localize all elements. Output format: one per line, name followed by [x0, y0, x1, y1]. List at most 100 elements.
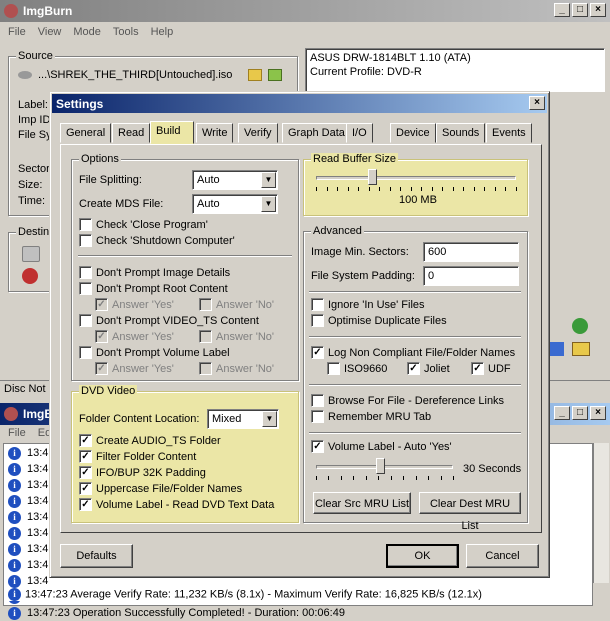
file-splitting-select[interactable]: Auto ▼ — [192, 170, 278, 190]
settings-titlebar[interactable]: Settings × — [52, 94, 547, 113]
menu-file[interactable]: File — [8, 26, 26, 38]
tab-build[interactable]: Build — [150, 121, 194, 144]
tab-events[interactable]: Events — [486, 123, 532, 143]
chevron-down-icon: ▼ — [261, 196, 276, 212]
log-non-compliant-checkbox[interactable]: ✓ Log Non Compliant File/Folder Names — [311, 346, 515, 359]
log-maximize-button[interactable]: □ — [572, 406, 588, 420]
browse-folder-icon[interactable] — [248, 69, 263, 81]
menu-tools[interactable]: Tools — [113, 26, 139, 38]
settings-close-button[interactable]: × — [529, 96, 545, 110]
slider-tick — [316, 187, 317, 191]
create-audio-ts-checkbox[interactable]: ✓ Create AUDIO_TS Folder — [79, 434, 221, 447]
destination-group-title: Destin — [16, 226, 52, 238]
drive-info-panel: ASUS DRW-1814BLT 1.10 (ATA) Current Prof… — [305, 48, 605, 92]
check-close-program-checkbox[interactable]: Check 'Close Program' — [79, 218, 208, 231]
root-answer-no-checkbox[interactable]: Answer 'No' — [199, 298, 274, 311]
ignore-in-use-checkbox[interactable]: Ignore 'In Use' Files — [311, 298, 425, 311]
log-minimize-button[interactable]: _ — [554, 406, 570, 420]
dont-prompt-image-checkbox[interactable]: Don't Prompt Image Details — [79, 266, 230, 279]
tab-verify[interactable]: Verify — [238, 123, 278, 143]
maximize-button[interactable]: □ — [572, 3, 588, 17]
udf-checkbox[interactable]: ✓ UDF — [471, 362, 511, 375]
read-buffer-thumb[interactable] — [368, 169, 377, 185]
read-buffer-value: 100 MB — [399, 194, 437, 206]
volume-label-read-dvd-checkbox[interactable]: ✓ Volume Label - Read DVD Text Data — [79, 498, 274, 511]
info-icon: i — [8, 588, 21, 601]
minimize-button[interactable]: _ — [554, 3, 570, 17]
info-icon: i — [8, 478, 21, 492]
filter-folder-content-checkbox[interactable]: ✓ Filter Folder Content — [79, 450, 196, 463]
book-icon[interactable] — [572, 342, 590, 356]
read-buffer-track[interactable] — [316, 176, 516, 180]
source-path: ...\SHREK_THE_THIRD[Untouched].iso — [38, 69, 233, 81]
image-min-sectors-input[interactable]: 600 — [423, 242, 519, 262]
clear-src-mru-button[interactable]: Clear Src MRU List — [313, 492, 411, 514]
slider-tick — [505, 187, 507, 191]
clear-dest-mru-button[interactable]: Clear Dest MRU List — [419, 492, 521, 532]
cancel-button[interactable]: Cancel — [466, 544, 539, 568]
joliet-checkbox[interactable]: ✓ Joliet — [407, 362, 450, 375]
browse-dereference-checkbox[interactable]: Browse For File - Dereference Links — [311, 394, 504, 407]
image-min-sectors-label: Image Min. Sectors: — [311, 246, 409, 258]
dont-prompt-volume-checkbox[interactable]: Don't Prompt Volume Label — [79, 346, 230, 359]
dont-prompt-root-checkbox[interactable]: Don't Prompt Root Content — [79, 282, 228, 295]
iso9660-checkbox[interactable]: ISO9660 — [327, 362, 387, 375]
tab-sounds[interactable]: Sounds — [436, 123, 486, 143]
dont-prompt-videots-checkbox[interactable]: Don't Prompt VIDEO_TS Content — [79, 314, 259, 327]
destination-drive-icon[interactable] — [22, 246, 40, 262]
remember-mru-checkbox[interactable]: Remember MRU Tab — [311, 410, 431, 423]
disc-info-icon[interactable] — [550, 342, 564, 356]
volume-timer-thumb[interactable] — [376, 458, 386, 474]
volume-answer-yes-checkbox[interactable]: ✓ Answer 'Yes' — [95, 362, 174, 375]
log-menu-file[interactable]: File — [8, 427, 26, 441]
defaults-button[interactable]: Defaults — [60, 544, 133, 568]
log-close-button[interactable]: × — [590, 406, 606, 420]
close-button[interactable]: × — [590, 3, 606, 17]
main-window-titlebar[interactable]: ImgBurn _ □ × — [0, 0, 610, 22]
advanced-separator-3 — [309, 384, 521, 386]
slider-tick — [484, 187, 486, 191]
slider-tick — [353, 476, 355, 480]
ok-button[interactable]: OK — [386, 544, 459, 568]
menu-view[interactable]: View — [38, 26, 62, 38]
slider-tick — [494, 187, 496, 191]
refresh-icon[interactable] — [572, 318, 588, 334]
info-icon: i — [8, 558, 21, 572]
menu-mode[interactable]: Mode — [73, 26, 101, 38]
create-mds-select[interactable]: Auto ▼ — [192, 194, 278, 214]
check-shutdown-checkbox[interactable]: Check 'Shutdown Computer' — [79, 234, 235, 247]
fs-padding-input[interactable]: 0 — [423, 266, 519, 286]
tab-read[interactable]: Read — [112, 123, 151, 143]
source-info-labels: Label: Imp ID File Sy — [18, 98, 52, 143]
uppercase-names-checkbox[interactable]: ✓ Uppercase File/Folder Names — [79, 482, 242, 495]
file-splitting-label: File Splitting: — [79, 174, 142, 186]
slider-tick — [365, 476, 367, 480]
slider-tick — [347, 187, 349, 191]
volume-label-auto-checkbox[interactable]: ✓ Volume Label - Auto 'Yes' — [311, 440, 452, 453]
log-app-icon — [4, 407, 18, 421]
menu-help[interactable]: Help — [151, 26, 174, 38]
tab-device[interactable]: Device — [390, 123, 436, 143]
ifo-bup-padding-checkbox[interactable]: ✓ IFO/BUP 32K Padding — [79, 466, 206, 479]
tab-write[interactable]: Write — [196, 123, 234, 143]
source-path-row[interactable]: ...\SHREK_THE_THIRD[Untouched].iso — [18, 67, 298, 83]
info-icon: i — [8, 462, 21, 476]
optimise-duplicate-checkbox[interactable]: Optimise Duplicate Files — [311, 314, 447, 327]
destination-eject-icon[interactable] — [22, 268, 38, 284]
root-answer-yes-checkbox[interactable]: ✓ Answer 'Yes' — [95, 298, 174, 311]
log-scrollbar[interactable] — [593, 443, 609, 583]
source-group-title: Source — [16, 50, 55, 62]
browse-file-icon[interactable] — [268, 69, 283, 81]
slider-tick — [421, 187, 423, 191]
videots-answer-no-checkbox[interactable]: Answer 'No' — [199, 330, 274, 343]
folder-location-select[interactable]: Mixed ▼ — [207, 409, 279, 429]
volume-answer-no-checkbox[interactable]: Answer 'No' — [199, 362, 274, 375]
settings-dialog: Settings × General Read Build Write Veri… — [49, 91, 550, 578]
tab-graph-data[interactable]: Graph Data — [282, 123, 351, 143]
slider-tick — [368, 187, 370, 191]
volume-timer-value: 30 Seconds — [463, 463, 522, 475]
videots-answer-yes-checkbox[interactable]: ✓ Answer 'Yes' — [95, 330, 174, 343]
app-icon — [4, 4, 18, 18]
tab-general[interactable]: General — [60, 123, 112, 143]
tab-io[interactable]: I/O — [346, 123, 373, 143]
